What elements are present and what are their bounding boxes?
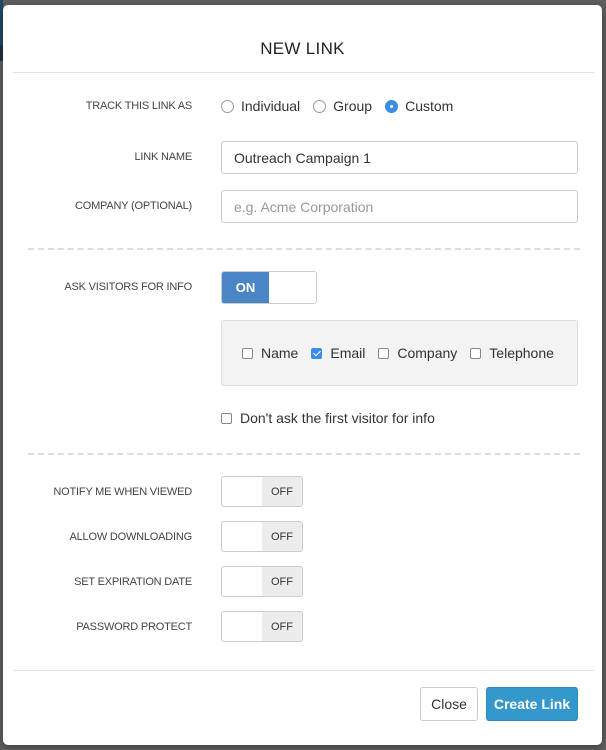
radio-checked-icon: [385, 99, 399, 113]
expiration-toggle[interactable]: OFF: [221, 566, 303, 597]
checkbox-checked-icon: [311, 347, 323, 359]
password-label: PASSWORD PROTECT: [76, 621, 192, 633]
radio-group[interactable]: Group: [313, 98, 372, 114]
link-name-label: LINK NAME: [134, 151, 193, 163]
toggle-blank: [222, 612, 262, 641]
checkbox-label: Name: [261, 345, 299, 361]
download-toggle[interactable]: OFF: [221, 521, 303, 552]
link-name-input[interactable]: [221, 141, 578, 174]
checkbox-label: Email: [330, 345, 366, 361]
new-link-modal: NEW LINK TRACK THIS LINK AS Individual G…: [3, 5, 602, 745]
radio-icon: [313, 99, 327, 113]
section-divider: [28, 453, 580, 455]
create-link-button[interactable]: Create Link: [486, 687, 578, 721]
checkbox-first-visitor[interactable]: Don't ask the first visitor for info: [221, 410, 435, 426]
toggle-blank: [222, 567, 262, 596]
radio-label: Custom: [405, 98, 454, 114]
checkbox-label: Don't ask the first visitor for info: [240, 410, 435, 426]
password-toggle[interactable]: OFF: [221, 611, 303, 642]
checkbox-name[interactable]: Name: [242, 345, 298, 361]
checkbox-icon: [242, 347, 253, 359]
toggle-blank: [222, 477, 262, 506]
notify-label: NOTIFY ME WHEN VIEWED: [53, 486, 192, 498]
company-input[interactable]: [221, 190, 578, 223]
radio-label: Individual: [241, 98, 301, 114]
notify-toggle[interactable]: OFF: [221, 476, 303, 507]
checkbox-icon: [221, 412, 232, 424]
header-divider: [13, 72, 594, 73]
section-divider: [28, 248, 580, 250]
close-button[interactable]: Close: [420, 687, 478, 721]
checkbox-label: Telephone: [489, 345, 554, 361]
checkbox-icon: [470, 347, 482, 359]
toggle-state: OFF: [262, 612, 302, 641]
checkbox-company[interactable]: Company: [378, 345, 457, 361]
download-label: ALLOW DOWNLOADING: [69, 531, 192, 543]
track-radio-group: Individual Group Custom: [221, 98, 466, 114]
radio-label: Group: [333, 98, 373, 114]
modal-title: NEW LINK: [260, 39, 345, 58]
checkbox-email[interactable]: Email: [311, 345, 365, 361]
checkbox-label: Company: [397, 345, 458, 361]
ask-visitors-label: ASK VISITORS FOR INFO: [64, 281, 192, 293]
radio-individual[interactable]: Individual: [221, 98, 300, 114]
visitor-fields-box: Name Email Company Telephone: [221, 320, 578, 386]
checkbox-icon: [378, 347, 390, 359]
footer-divider: [13, 670, 594, 671]
radio-icon: [221, 99, 234, 113]
toggle-blank: [222, 522, 262, 551]
toggle-state: ON: [222, 272, 269, 303]
toggle-state: OFF: [262, 477, 302, 506]
toggle-state: OFF: [262, 522, 302, 551]
company-label: COMPANY (OPTIONAL): [74, 200, 192, 212]
radio-custom[interactable]: Custom: [385, 98, 453, 114]
toggle-state: OFF: [262, 567, 302, 596]
track-label: TRACK THIS LINK AS: [85, 100, 192, 112]
checkbox-telephone[interactable]: Telephone: [470, 345, 554, 361]
expiration-label: SET EXPIRATION DATE: [74, 576, 192, 588]
ask-visitors-toggle[interactable]: ON: [221, 271, 317, 304]
